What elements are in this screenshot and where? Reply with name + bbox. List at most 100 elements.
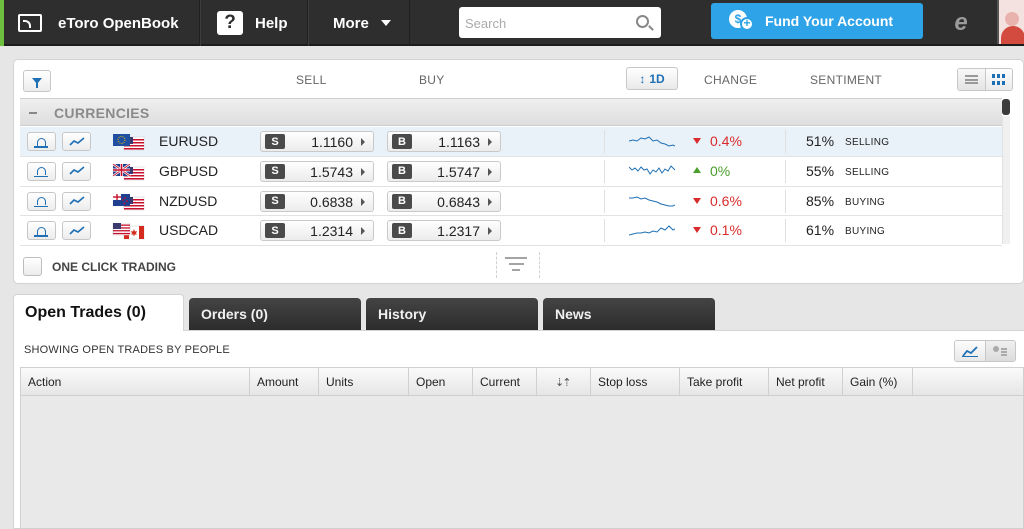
chevron-right-icon [488,138,492,146]
sell-price: 1.2314 [310,223,353,240]
collapse-icon[interactable] [29,112,37,114]
trend-chart-icon [961,345,978,357]
etoro-logo-icon[interactable]: e [935,0,987,46]
list-view-button[interactable] [958,69,985,90]
instrument-symbol: NZDUSD [159,192,218,209]
trend-chart-icon [68,196,85,205]
sentiment-label: SELLING [845,137,890,148]
people-icon [993,345,1008,357]
sell-price-button[interactable]: S 1.2314 [260,220,374,242]
instrument-row[interactable]: NZDUSD S 0.6838 B 0.6843 0.6% 85% BUYING [20,186,1002,217]
buy-price: 0.6843 [437,193,480,210]
price-alert-button[interactable] [27,191,56,211]
column-net-profit[interactable]: Net profit [769,368,843,396]
column-gain[interactable]: Gain (%) [843,368,913,396]
one-click-trading-label: ONE CLICK TRADING [52,259,176,274]
column-current[interactable]: Current [473,368,537,396]
user-avatar[interactable] [997,0,1024,44]
buy-price-button[interactable]: B 1.1163 [387,131,501,152]
trades-chart-view-button[interactable] [955,341,985,361]
fund-account-button[interactable]: $ + Fund Your Account [711,3,923,39]
plus-icon: + [740,17,754,31]
people-view-button[interactable] [984,341,1015,361]
buy-tag: B [392,134,412,149]
column-action[interactable]: Action [21,368,250,396]
eur-usd-flags-icon [113,134,145,151]
buy-column-header: BUY [419,73,445,87]
chart-button[interactable] [62,221,91,241]
tab-orders[interactable]: Orders (0) [189,298,361,330]
usd-cad-flags-icon [112,223,145,240]
tab-news[interactable]: News [543,298,715,330]
buy-price-button[interactable]: B 1.2317 [387,220,501,242]
sentiment-label: SELLING [845,166,890,178]
chart-button[interactable] [62,132,91,151]
sell-tag: S [265,163,285,179]
search-input[interactable] [465,13,625,33]
sort-arrows-icon: ⇣⇡ [555,376,572,389]
sentiment-label: BUYING [845,226,886,238]
markets-panel: SELL BUY ↕ 1D CHANGE SENTIMENT CURRENCIE… [13,59,1024,284]
change-value: 0% [710,162,731,179]
openbook-button[interactable]: eToro OpenBook [4,0,200,46]
column-amount[interactable]: Amount [250,368,319,396]
change-down-icon [693,197,701,204]
more-menu-button[interactable]: More [308,0,410,46]
category-title: CURRENCIES [54,105,150,121]
price-alert-button[interactable] [27,132,56,151]
help-button[interactable]: ? Help [200,0,308,46]
chart-button[interactable] [62,161,91,181]
instrument-list: EURUSD S 1.1160 B 1.1163 0.4% 51% SELLIN… [20,127,1002,246]
bell-icon [34,137,48,148]
instrument-symbol: USDCAD [159,222,219,239]
scrollbar-thumb[interactable] [1002,99,1010,115]
nzd-usd-flags-icon [113,193,145,210]
tab-open-trades[interactable]: Open Trades (0) [13,294,184,331]
help-icon: ? [217,11,243,35]
sentiment-percent: 61% [806,222,835,239]
chart-button[interactable] [62,191,91,211]
filter-button[interactable] [23,70,51,92]
price-alert-button[interactable] [27,221,56,241]
markets-header: SELL BUY ↕ 1D CHANGE SENTIMENT [14,60,1023,98]
more-label: More [333,14,369,32]
buy-price-button[interactable]: B 0.6843 [387,190,501,212]
open-trades-table: Action Amount Units Open Current ⇣⇡ Stop… [20,367,1024,529]
category-header[interactable]: CURRENCIES [20,98,1002,126]
deposit-icon: $ + [729,10,755,32]
column-units[interactable]: Units [319,368,409,396]
period-selector[interactable]: ↕ 1D [626,67,678,90]
column-open[interactable]: Open [409,368,473,396]
column-sort[interactable]: ⇣⇡ [537,368,591,396]
column-stop-loss[interactable]: Stop loss [591,368,680,396]
price-alert-button[interactable] [27,161,56,181]
column-take-profit[interactable]: Take profit [680,368,769,396]
instrument-row[interactable]: EURUSD S 1.1160 B 1.1163 0.4% 51% SELLIN… [20,127,1002,157]
up-down-icon: ↕ [639,71,646,86]
sell-tag: S [265,134,285,149]
one-click-trading-checkbox[interactable] [23,257,42,276]
one-click-trading[interactable]: ONE CLICK TRADING [23,257,176,276]
sentiment-percent: 85% [806,192,835,209]
grid-view-button[interactable] [984,69,1012,90]
buy-price-button[interactable]: B 1.5747 [387,160,501,182]
sell-price-button[interactable]: S 1.5743 [260,160,374,182]
search-icon[interactable] [636,15,649,28]
instrument-row[interactable]: USDCAD S 1.2314 B 1.2317 0.1% 61% BUYING [20,216,1002,246]
sort-lines-icon[interactable] [504,257,528,275]
sparkline-chart [629,164,675,175]
change-value: 0.4% [710,133,742,149]
open-trades-panel: SHOWING OPEN TRADES BY PEOPLE Action Amo… [13,330,1024,529]
divider [785,130,786,153]
tab-history[interactable]: History [366,298,538,330]
help-label: Help [255,14,288,32]
sell-price-button[interactable]: S 0.6838 [260,190,374,212]
instrument-row[interactable]: GBPUSD S 1.5743 B 1.5747 0% 55% SELLING [20,156,1002,187]
gbp-usd-flags-icon [112,163,145,180]
change-up-icon [693,166,701,173]
divider [604,159,605,183]
buy-price: 1.2317 [437,223,480,240]
bell-icon [34,167,48,178]
scrollbar-track[interactable] [1002,116,1010,244]
sell-price-button[interactable]: S 1.1160 [260,131,374,152]
